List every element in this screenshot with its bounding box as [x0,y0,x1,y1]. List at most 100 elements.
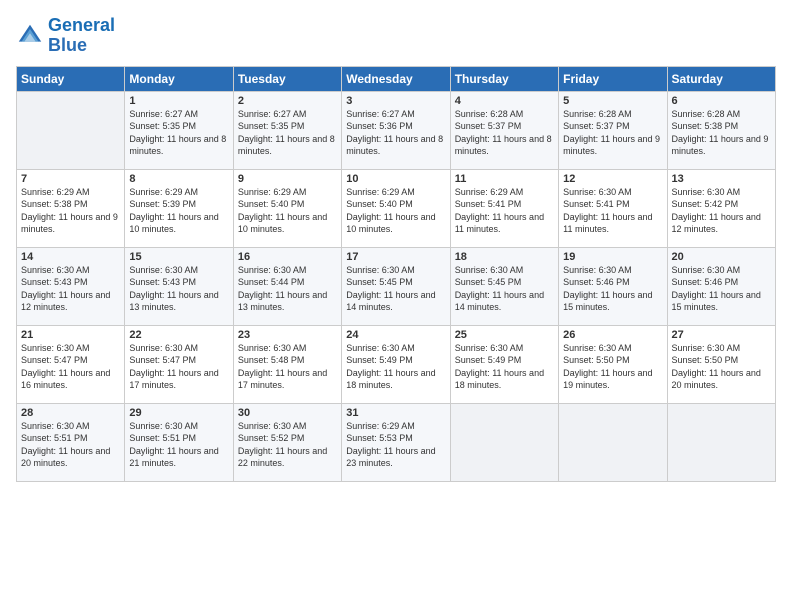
page-header: General Blue [16,16,776,56]
day-number: 6 [672,95,771,107]
cell-info: Sunrise: 6:30 AMSunset: 5:48 PMDaylight:… [238,342,337,392]
cell-info: Sunrise: 6:30 AMSunset: 5:50 PMDaylight:… [563,342,662,392]
day-number: 20 [672,251,771,263]
cell-info: Sunrise: 6:30 AMSunset: 5:43 PMDaylight:… [129,264,228,314]
cell-info: Sunrise: 6:30 AMSunset: 5:42 PMDaylight:… [672,186,771,236]
cell-info: Sunrise: 6:30 AMSunset: 5:51 PMDaylight:… [21,420,120,470]
calendar-cell: 16Sunrise: 6:30 AMSunset: 5:44 PMDayligh… [233,247,341,325]
calendar-cell: 29Sunrise: 6:30 AMSunset: 5:51 PMDayligh… [125,403,233,481]
cell-info: Sunrise: 6:30 AMSunset: 5:47 PMDaylight:… [21,342,120,392]
calendar-cell: 11Sunrise: 6:29 AMSunset: 5:41 PMDayligh… [450,169,558,247]
day-number: 14 [21,251,120,263]
cell-info: Sunrise: 6:30 AMSunset: 5:46 PMDaylight:… [672,264,771,314]
calendar-cell: 1Sunrise: 6:27 AMSunset: 5:35 PMDaylight… [125,91,233,169]
cell-info: Sunrise: 6:30 AMSunset: 5:51 PMDaylight:… [129,420,228,470]
day-number: 9 [238,173,337,185]
calendar-cell: 12Sunrise: 6:30 AMSunset: 5:41 PMDayligh… [559,169,667,247]
calendar-cell: 27Sunrise: 6:30 AMSunset: 5:50 PMDayligh… [667,325,775,403]
week-row-5: 28Sunrise: 6:30 AMSunset: 5:51 PMDayligh… [17,403,776,481]
calendar-cell: 22Sunrise: 6:30 AMSunset: 5:47 PMDayligh… [125,325,233,403]
calendar-cell [667,403,775,481]
calendar-cell: 6Sunrise: 6:28 AMSunset: 5:38 PMDaylight… [667,91,775,169]
day-number: 26 [563,329,662,341]
cell-info: Sunrise: 6:30 AMSunset: 5:41 PMDaylight:… [563,186,662,236]
logo-icon [16,22,44,50]
cell-info: Sunrise: 6:29 AMSunset: 5:39 PMDaylight:… [129,186,228,236]
day-number: 21 [21,329,120,341]
col-header-thursday: Thursday [450,66,558,91]
col-header-monday: Monday [125,66,233,91]
day-number: 4 [455,95,554,107]
day-number: 27 [672,329,771,341]
cell-info: Sunrise: 6:30 AMSunset: 5:45 PMDaylight:… [455,264,554,314]
cell-info: Sunrise: 6:30 AMSunset: 5:49 PMDaylight:… [346,342,445,392]
cell-info: Sunrise: 6:30 AMSunset: 5:43 PMDaylight:… [21,264,120,314]
cell-info: Sunrise: 6:30 AMSunset: 5:50 PMDaylight:… [672,342,771,392]
day-number: 10 [346,173,445,185]
calendar-cell: 2Sunrise: 6:27 AMSunset: 5:35 PMDaylight… [233,91,341,169]
col-header-friday: Friday [559,66,667,91]
logo: General Blue [16,16,115,56]
week-row-1: 1Sunrise: 6:27 AMSunset: 5:35 PMDaylight… [17,91,776,169]
day-number: 2 [238,95,337,107]
calendar-cell: 21Sunrise: 6:30 AMSunset: 5:47 PMDayligh… [17,325,125,403]
calendar-cell: 24Sunrise: 6:30 AMSunset: 5:49 PMDayligh… [342,325,450,403]
cell-info: Sunrise: 6:28 AMSunset: 5:37 PMDaylight:… [455,108,554,158]
calendar-cell: 10Sunrise: 6:29 AMSunset: 5:40 PMDayligh… [342,169,450,247]
day-number: 3 [346,95,445,107]
calendar-cell: 3Sunrise: 6:27 AMSunset: 5:36 PMDaylight… [342,91,450,169]
cell-info: Sunrise: 6:30 AMSunset: 5:52 PMDaylight:… [238,420,337,470]
cell-info: Sunrise: 6:27 AMSunset: 5:35 PMDaylight:… [238,108,337,158]
day-number: 13 [672,173,771,185]
cell-info: Sunrise: 6:29 AMSunset: 5:40 PMDaylight:… [238,186,337,236]
calendar-table: SundayMondayTuesdayWednesdayThursdayFrid… [16,66,776,482]
calendar-cell: 7Sunrise: 6:29 AMSunset: 5:38 PMDaylight… [17,169,125,247]
day-number: 5 [563,95,662,107]
cell-info: Sunrise: 6:29 AMSunset: 5:41 PMDaylight:… [455,186,554,236]
col-header-sunday: Sunday [17,66,125,91]
day-number: 15 [129,251,228,263]
calendar-cell: 20Sunrise: 6:30 AMSunset: 5:46 PMDayligh… [667,247,775,325]
calendar-cell: 31Sunrise: 6:29 AMSunset: 5:53 PMDayligh… [342,403,450,481]
day-number: 25 [455,329,554,341]
cell-info: Sunrise: 6:30 AMSunset: 5:46 PMDaylight:… [563,264,662,314]
day-number: 22 [129,329,228,341]
day-number: 24 [346,329,445,341]
day-number: 31 [346,407,445,419]
day-number: 30 [238,407,337,419]
calendar-cell: 8Sunrise: 6:29 AMSunset: 5:39 PMDaylight… [125,169,233,247]
calendar-cell: 13Sunrise: 6:30 AMSunset: 5:42 PMDayligh… [667,169,775,247]
day-number: 23 [238,329,337,341]
cell-info: Sunrise: 6:27 AMSunset: 5:35 PMDaylight:… [129,108,228,158]
day-number: 8 [129,173,228,185]
day-number: 11 [455,173,554,185]
calendar-cell: 30Sunrise: 6:30 AMSunset: 5:52 PMDayligh… [233,403,341,481]
day-number: 16 [238,251,337,263]
calendar-cell: 9Sunrise: 6:29 AMSunset: 5:40 PMDaylight… [233,169,341,247]
week-row-2: 7Sunrise: 6:29 AMSunset: 5:38 PMDaylight… [17,169,776,247]
calendar-cell [559,403,667,481]
cell-info: Sunrise: 6:28 AMSunset: 5:37 PMDaylight:… [563,108,662,158]
calendar-cell: 4Sunrise: 6:28 AMSunset: 5:37 PMDaylight… [450,91,558,169]
day-number: 29 [129,407,228,419]
calendar-cell: 14Sunrise: 6:30 AMSunset: 5:43 PMDayligh… [17,247,125,325]
day-number: 12 [563,173,662,185]
calendar-cell: 28Sunrise: 6:30 AMSunset: 5:51 PMDayligh… [17,403,125,481]
calendar-cell: 17Sunrise: 6:30 AMSunset: 5:45 PMDayligh… [342,247,450,325]
cell-info: Sunrise: 6:29 AMSunset: 5:53 PMDaylight:… [346,420,445,470]
day-number: 19 [563,251,662,263]
calendar-cell: 23Sunrise: 6:30 AMSunset: 5:48 PMDayligh… [233,325,341,403]
calendar-cell: 15Sunrise: 6:30 AMSunset: 5:43 PMDayligh… [125,247,233,325]
week-row-4: 21Sunrise: 6:30 AMSunset: 5:47 PMDayligh… [17,325,776,403]
day-number: 7 [21,173,120,185]
calendar-cell [450,403,558,481]
day-number: 28 [21,407,120,419]
cell-info: Sunrise: 6:30 AMSunset: 5:45 PMDaylight:… [346,264,445,314]
day-number: 17 [346,251,445,263]
cell-info: Sunrise: 6:30 AMSunset: 5:47 PMDaylight:… [129,342,228,392]
day-number: 18 [455,251,554,263]
calendar-cell: 19Sunrise: 6:30 AMSunset: 5:46 PMDayligh… [559,247,667,325]
calendar-cell: 26Sunrise: 6:30 AMSunset: 5:50 PMDayligh… [559,325,667,403]
cell-info: Sunrise: 6:30 AMSunset: 5:49 PMDaylight:… [455,342,554,392]
calendar-cell [17,91,125,169]
